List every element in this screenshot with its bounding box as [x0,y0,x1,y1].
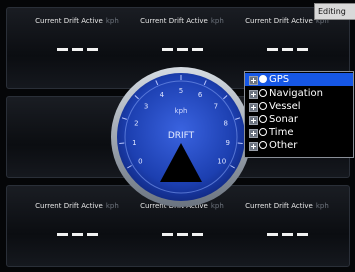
dial-tick-label: 7 [214,103,218,111]
dial-tick-label: 9 [225,139,229,147]
category-menu: GPS Navigation Vessel Sonar Time Other [244,71,354,158]
radio-selected-icon [259,75,267,83]
expand-plus-icon[interactable] [249,103,258,112]
menu-item-label: Vessel [269,101,301,112]
expand-plus-icon[interactable] [249,90,258,99]
dial-tick-label: 4 [160,91,165,99]
dial-tick-label: 1 [132,139,136,147]
expand-plus-icon[interactable] [249,129,258,138]
dial-unit: kph [175,107,188,115]
dial-tick-label: 2 [134,120,138,128]
dial-tick-mark [237,142,243,144]
menu-item-label: Time [269,127,294,138]
dial-tick-label: 3 [144,103,148,111]
expand-plus-icon[interactable] [249,142,258,151]
radio-icon [259,102,267,110]
dial-tick-label: 0 [138,158,142,166]
menu-item-navigation[interactable]: Navigation [245,87,353,100]
radio-icon [259,115,267,123]
dial-tick-label: 5 [179,87,183,95]
dial-tick-label: 10 [217,158,226,166]
menu-item-gps[interactable]: GPS [245,73,353,86]
dial-tick-label: 8 [223,120,227,128]
dial-tick-mark [119,142,125,144]
menu-item-other[interactable]: Other [245,139,353,152]
menu-item-sonar[interactable]: Sonar [245,113,353,126]
radio-icon [259,141,267,149]
expand-plus-icon[interactable] [249,76,258,85]
menu-item-label: GPS [269,74,290,85]
menu-item-label: Sonar [269,114,299,125]
radio-icon [259,89,267,97]
radio-icon [259,128,267,136]
expand-plus-icon[interactable] [249,116,258,125]
menu-item-time[interactable]: Time [245,126,353,139]
editing-badge: Editing [314,3,355,20]
menu-item-label: Navigation [269,88,323,99]
menu-item-label: Other [269,140,298,151]
dial-tick-label: 6 [198,91,203,99]
dial-title: DRIFT [168,131,195,141]
menu-item-vessel[interactable]: Vessel [245,100,353,113]
gauge-dashboard: Current Drift Active kph Current Drift Ac… [0,0,355,272]
